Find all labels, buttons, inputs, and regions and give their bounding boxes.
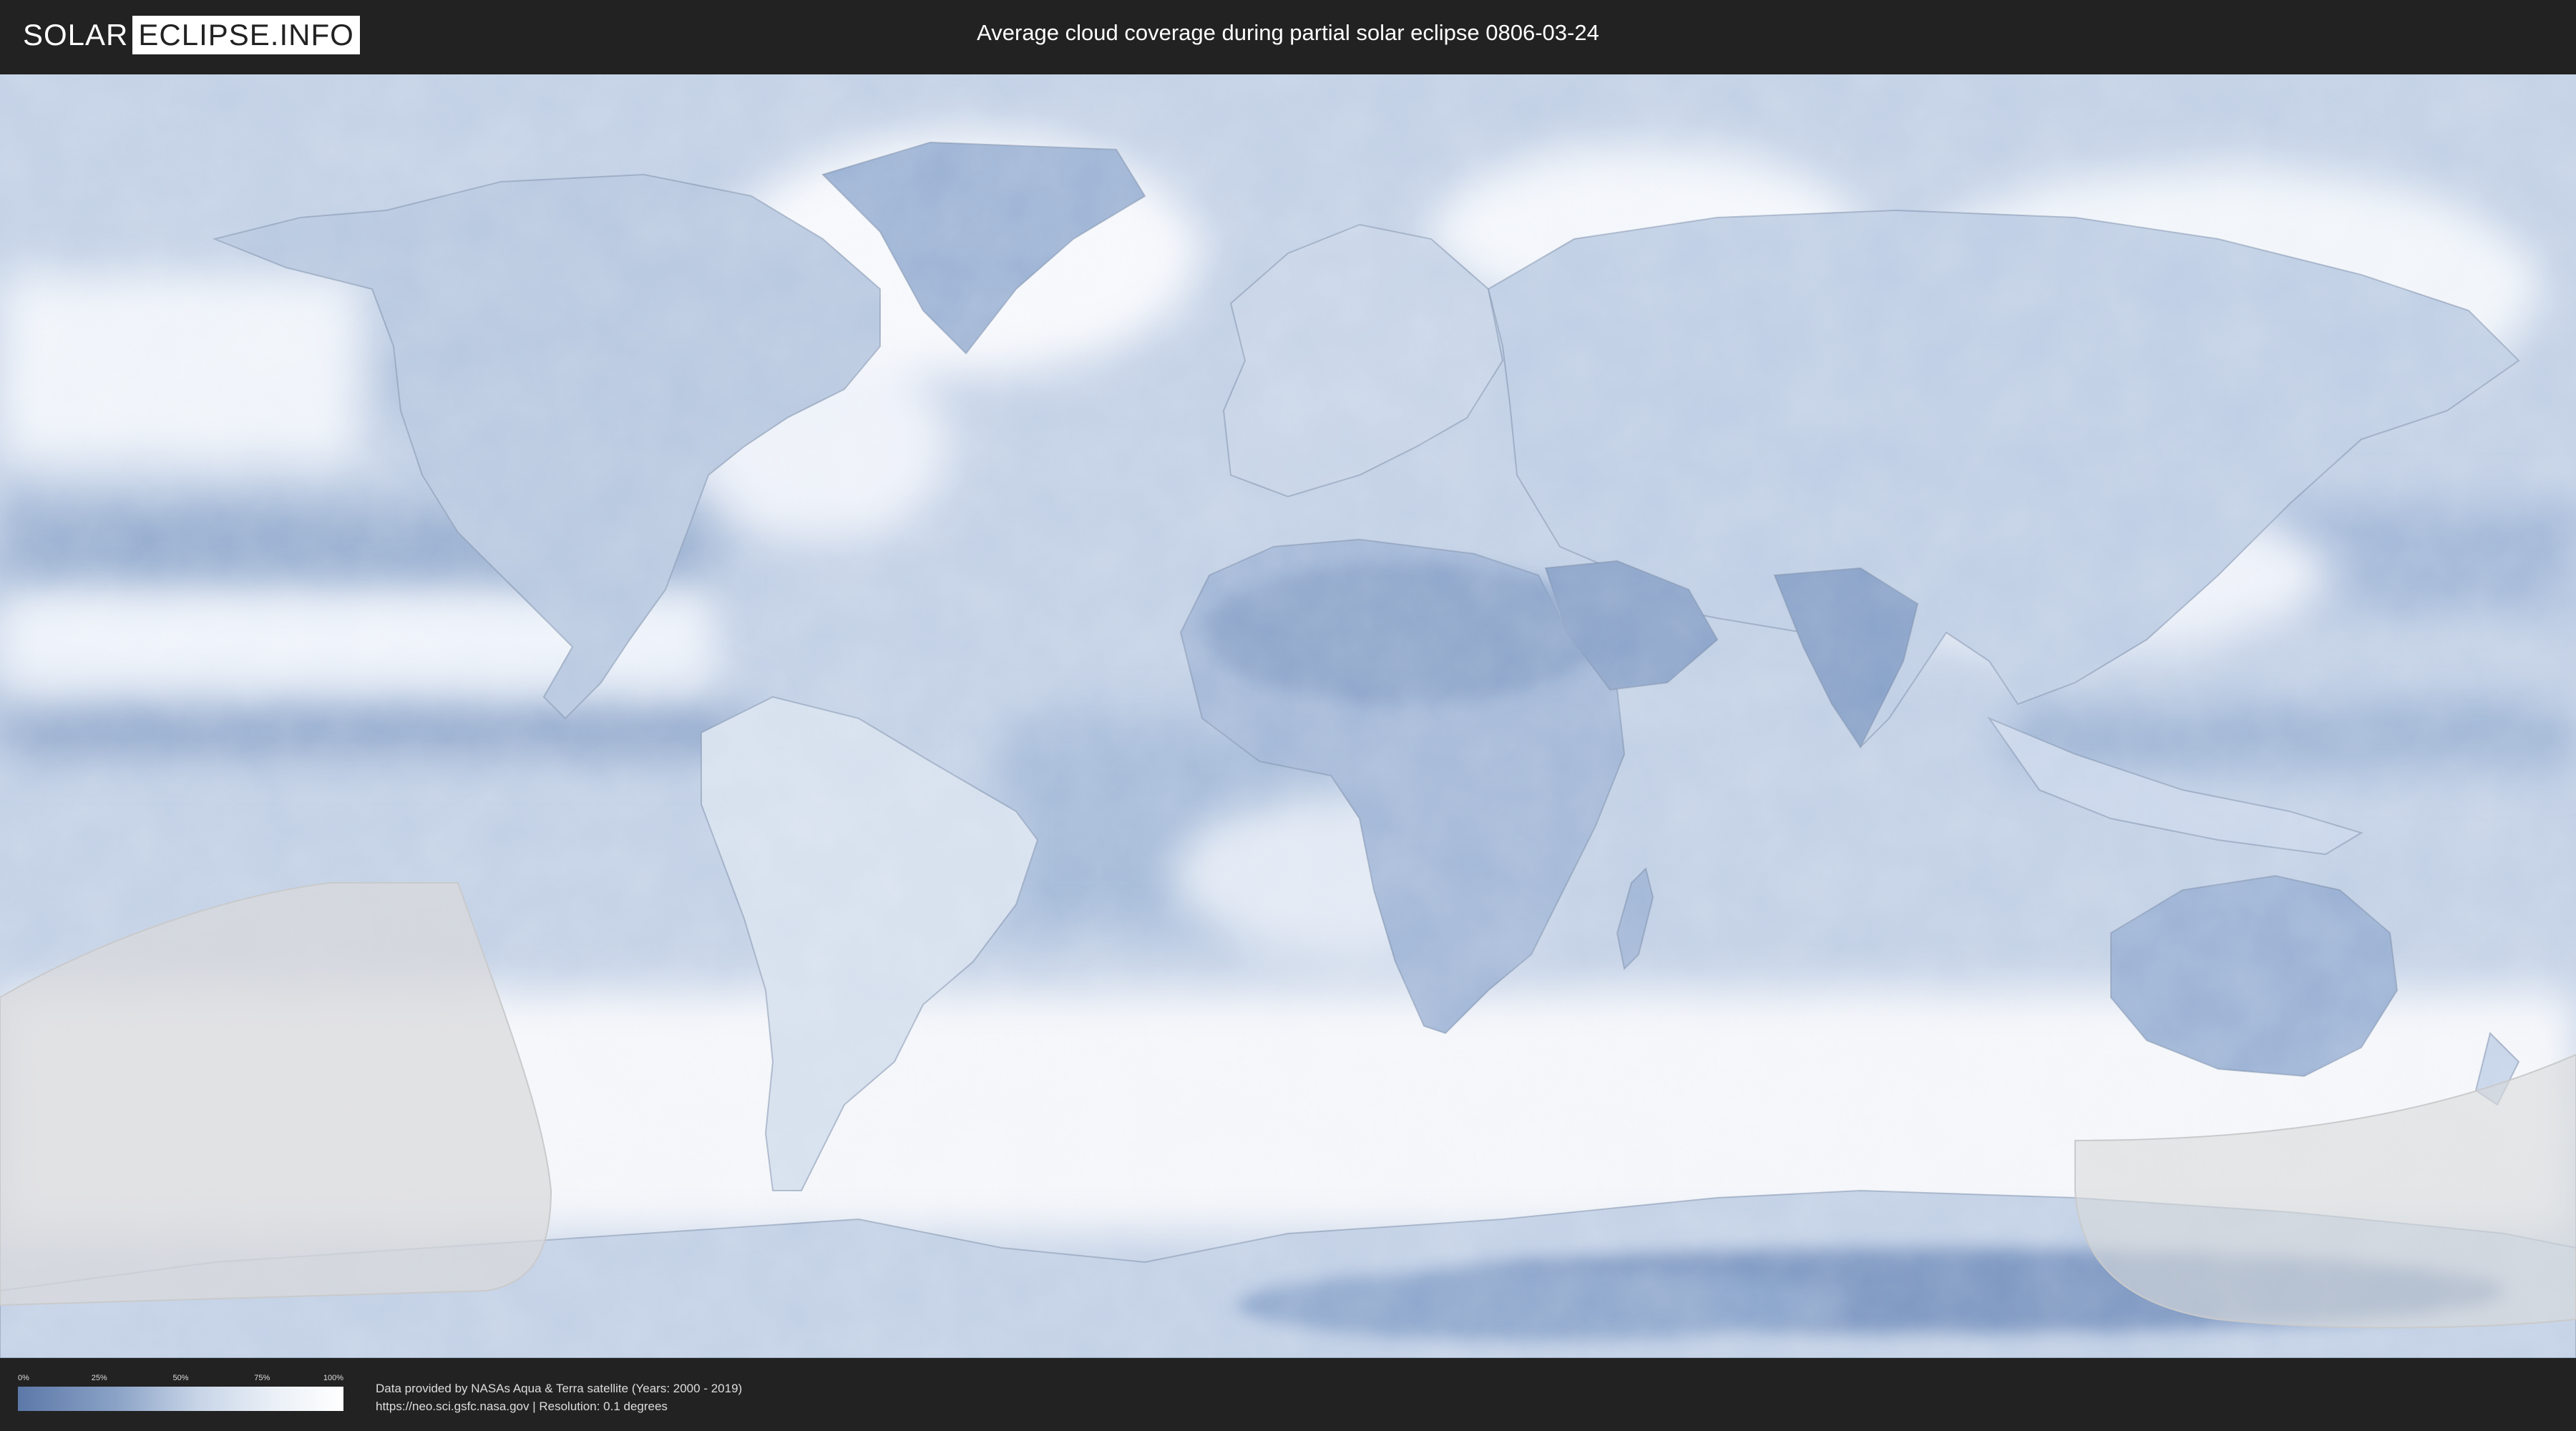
credits-source: Data provided by NASAs Aqua & Terra sate…	[376, 1382, 743, 1395]
legend-tick-25: 25%	[91, 1374, 107, 1382]
legend-tick-100: 100%	[323, 1374, 343, 1382]
cloud-coverage-map	[0, 74, 2576, 1358]
page-title: Average cloud coverage during partial so…	[977, 20, 1599, 45]
legend-tick-75: 75%	[254, 1374, 270, 1382]
credits-link[interactable]: https://neo.sci.gsfc.nasa.gov | Resoluti…	[376, 1397, 742, 1415]
legend-tick-50: 50%	[172, 1374, 189, 1382]
legend-ticks: 0% 25% 50% 75% 100%	[18, 1374, 343, 1384]
footer-bar: 0% 25% 50% 75% 100% Data provided by NAS…	[0, 1358, 2576, 1431]
world-map-icon	[0, 74, 2576, 1358]
legend-color-bar	[18, 1387, 343, 1411]
legend-tick-0: 0%	[18, 1374, 29, 1382]
data-credits: Data provided by NASAs Aqua & Terra sate…	[376, 1379, 742, 1415]
header-bar: SOLAR ECLIPSE.INFO Average cloud coverag…	[0, 0, 2576, 72]
